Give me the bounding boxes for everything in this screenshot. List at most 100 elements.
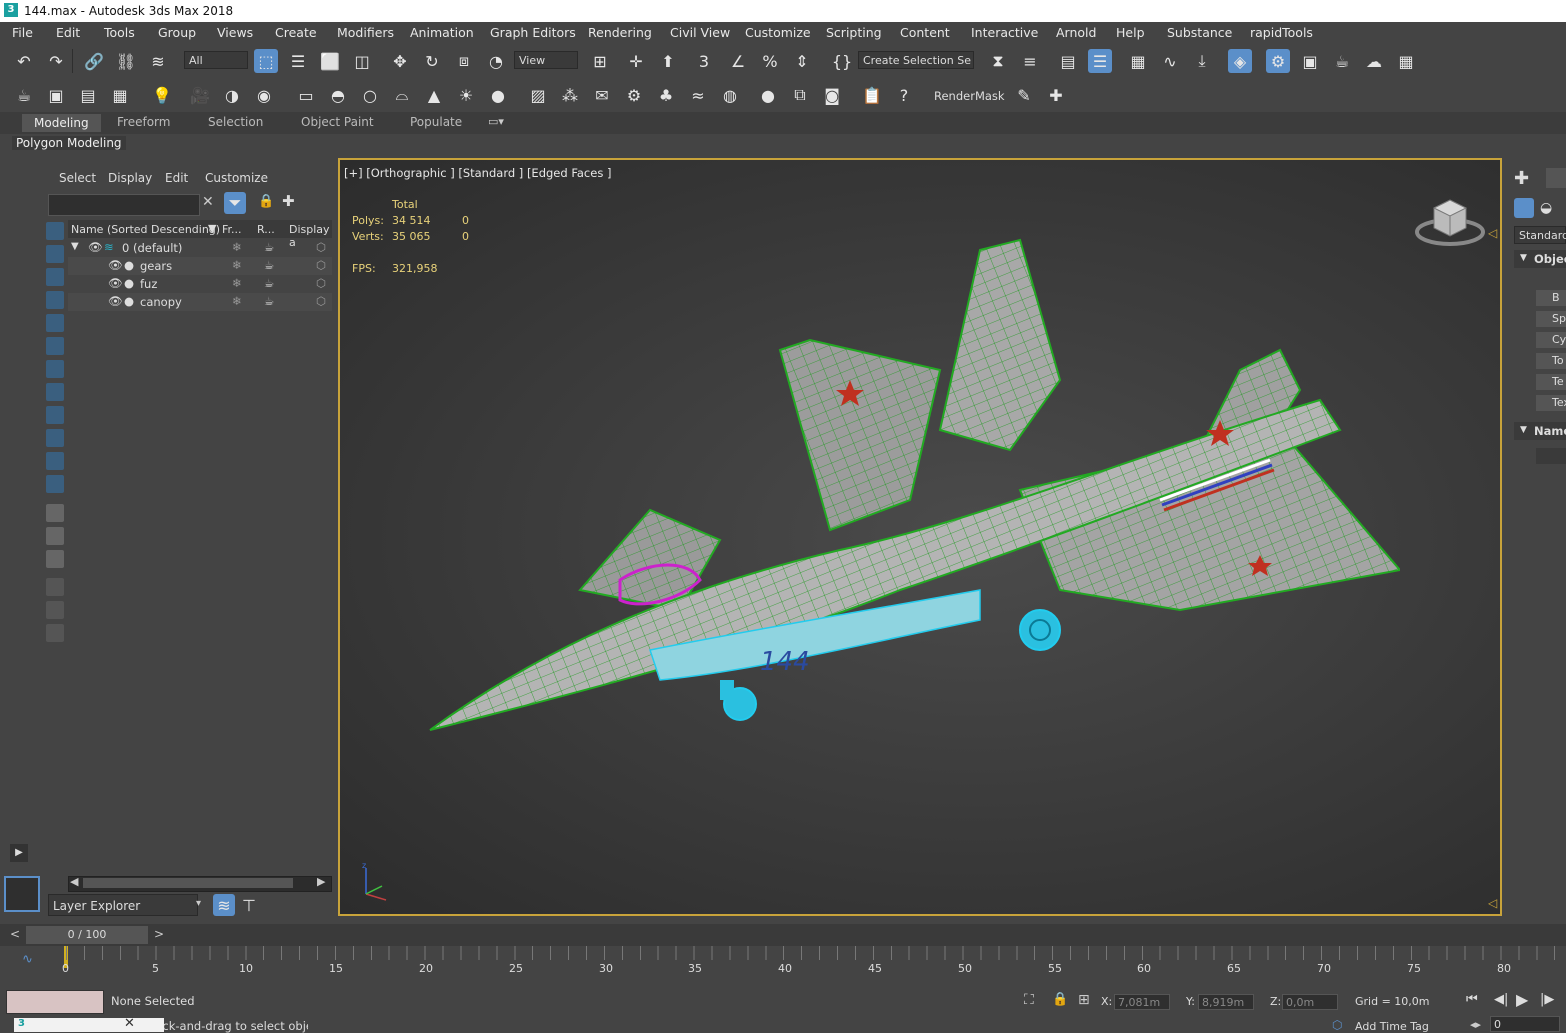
column-freeze[interactable]: Fr... bbox=[222, 223, 242, 236]
explorer-horizontal-scrollbar[interactable]: ◀ ▶ bbox=[68, 875, 332, 892]
grass-icon[interactable]: ♣ bbox=[654, 83, 678, 107]
current-frame-field[interactable]: 0 bbox=[1490, 1016, 1560, 1032]
hair-fur-icon[interactable]: ≈ bbox=[686, 83, 710, 107]
clear-search-icon[interactable]: ✕ bbox=[202, 194, 218, 214]
rectangular-selection-icon[interactable]: ⬜ bbox=[318, 49, 342, 73]
visibility-eye-icon[interactable]: 👁 bbox=[88, 240, 103, 254]
freeze-icon[interactable]: ❄ bbox=[232, 240, 242, 254]
viewport-label-menu[interactable]: [+] [Orthographic ] [Standard ] [Edged F… bbox=[344, 166, 611, 180]
display-box-icon[interactable]: ⬡ bbox=[316, 294, 326, 308]
render-in-cloud-icon[interactable]: ☁ bbox=[1362, 49, 1386, 73]
layer-explorer-icon[interactable]: ☰ bbox=[1088, 49, 1112, 73]
modify-tab-icon[interactable] bbox=[1546, 168, 1566, 188]
column-name[interactable]: Name (Sorted Descending) bbox=[71, 223, 220, 236]
add-time-tag-button[interactable]: Add Time Tag bbox=[1355, 1020, 1429, 1033]
link-icon[interactable]: 🔗 bbox=[82, 49, 106, 73]
particles-icon[interactable]: ⁂ bbox=[558, 83, 582, 107]
envelope-icon[interactable]: ✉ bbox=[590, 83, 614, 107]
dope-sheet-icon[interactable]: ⤓ bbox=[1190, 49, 1214, 73]
explorer-menu-display[interactable]: Display bbox=[108, 171, 152, 185]
menu-content[interactable]: Content bbox=[900, 25, 950, 40]
menu-civil-view[interactable]: Civil View bbox=[670, 25, 730, 40]
maxscript-listener-input[interactable] bbox=[6, 990, 104, 1014]
menu-substance[interactable]: Substance bbox=[1167, 25, 1232, 40]
display-box-icon[interactable]: ⬡ bbox=[316, 258, 326, 272]
explorer-menu-select[interactable]: Select bbox=[59, 171, 96, 185]
mirror-icon[interactable]: ⧗ bbox=[986, 49, 1010, 73]
previous-frame-icon[interactable]: ◀| bbox=[1494, 992, 1508, 1007]
sound-icon[interactable]: ◑ bbox=[220, 83, 244, 107]
add-layer-icon[interactable]: ✚ bbox=[282, 192, 295, 210]
scene-explorer-dock-icon[interactable] bbox=[4, 876, 40, 912]
video-post-icon[interactable]: ◉ bbox=[252, 83, 276, 107]
explorer-menu-edit[interactable]: Edit bbox=[165, 171, 188, 185]
app-taskbar-icon[interactable]: 3 bbox=[18, 1018, 25, 1029]
grid-icon[interactable]: ▦ bbox=[108, 83, 132, 107]
scroll-right-icon[interactable]: ▶ bbox=[317, 875, 325, 888]
hatch-icon[interactable]: ▨ bbox=[526, 83, 550, 107]
display-box-icon[interactable]: ⬡ bbox=[316, 276, 326, 290]
explorer-menu-customize[interactable]: Customize bbox=[205, 171, 268, 185]
curve-editor-mini-icon[interactable]: ∿ bbox=[22, 952, 33, 967]
close-icon[interactable]: ✕ bbox=[124, 1016, 135, 1031]
teapot-button[interactable]: Te bbox=[1536, 374, 1566, 390]
rendered-frame-window-icon[interactable]: ▣ bbox=[1298, 49, 1322, 73]
tab-populate[interactable]: Populate bbox=[410, 115, 462, 129]
prev-frame-arrow-icon[interactable]: < bbox=[10, 927, 20, 941]
tab-object-paint[interactable]: Object Paint bbox=[301, 115, 374, 129]
tab-modeling[interactable]: Modeling bbox=[22, 114, 101, 132]
plane-primitive-icon[interactable]: ▭ bbox=[294, 83, 318, 107]
curve-editor-icon[interactable]: ∿ bbox=[1158, 49, 1182, 73]
window-crossing-icon[interactable]: ◫ bbox=[350, 49, 374, 73]
time-slider-thumb[interactable]: 0 / 100 bbox=[26, 926, 148, 944]
render-teapot-icon[interactable]: ☕ bbox=[264, 240, 274, 254]
light-lister-icon[interactable]: 💡 bbox=[150, 83, 174, 107]
undo-icon[interactable]: ↶ bbox=[12, 49, 36, 73]
freeze-icon[interactable]: ❄ bbox=[232, 294, 242, 308]
name-field[interactable] bbox=[1536, 448, 1566, 464]
filter-toggle-icon[interactable]: ⏷ bbox=[224, 192, 246, 214]
name-color-rollout[interactable]: ▼ Name bbox=[1514, 422, 1566, 440]
clipboard-icon[interactable]: 📋 bbox=[860, 83, 884, 107]
align-icon[interactable]: ≡ bbox=[1018, 49, 1042, 73]
play-icon[interactable]: ▶ bbox=[1516, 990, 1528, 1009]
menu-interactive[interactable]: Interactive bbox=[971, 25, 1038, 40]
render-teapot-icon[interactable]: ☕ bbox=[264, 258, 274, 272]
menu-file[interactable]: File bbox=[12, 25, 33, 40]
sort-by-layer-icon[interactable]: ≋ bbox=[213, 894, 235, 916]
sphere-icon[interactable]: ○ bbox=[358, 83, 382, 107]
object-type-rollout[interactable]: ▼ Object bbox=[1514, 250, 1566, 268]
select-by-name-icon[interactable]: ☰ bbox=[286, 49, 310, 73]
edit-named-selection-icon[interactable]: {} bbox=[830, 49, 854, 73]
menu-create[interactable]: Create bbox=[275, 25, 317, 40]
visibility-eye-icon[interactable]: 👁 bbox=[108, 294, 123, 308]
polygon-modeling-panel[interactable]: Polygon Modeling bbox=[12, 136, 126, 150]
display-box-icon[interactable]: ⬡ bbox=[316, 240, 326, 254]
selection-lock-icon[interactable]: 🔒 bbox=[1052, 992, 1068, 1007]
unlink-icon[interactable]: ⛓ bbox=[114, 49, 138, 73]
column-render[interactable]: R... bbox=[257, 223, 275, 236]
spinner-snap-icon[interactable]: ⇕ bbox=[790, 49, 814, 73]
create-tab-icon[interactable]: ✚ bbox=[1514, 168, 1529, 189]
absolute-mode-icon[interactable]: ⊞ bbox=[1078, 992, 1090, 1008]
a360-gallery-icon[interactable]: ▦ bbox=[1394, 49, 1418, 73]
object-row[interactable]: 👁 ● canopy ❄ ☕ ⬡ bbox=[68, 293, 332, 311]
next-frame-arrow-icon[interactable]: > bbox=[154, 927, 164, 941]
layer-manager-icon[interactable]: ▤ bbox=[76, 83, 100, 107]
sphere-button[interactable]: Sp bbox=[1536, 311, 1566, 327]
snaps-toggle-icon[interactable]: 3 bbox=[692, 49, 716, 73]
object-type-dropdown[interactable]: Standard bbox=[1514, 226, 1566, 244]
explorer-dropdown-arrow-icon[interactable]: ▾ bbox=[196, 898, 201, 909]
freeze-icon[interactable]: ❄ bbox=[232, 258, 242, 272]
render-frame-icon[interactable]: ▣ bbox=[44, 83, 68, 107]
pivot-center-icon[interactable]: ⊞ bbox=[588, 49, 612, 73]
next-frame-icon[interactable]: |▶ bbox=[1540, 992, 1554, 1007]
transform-gizmo-icon[interactable]: ✚ bbox=[1044, 83, 1068, 107]
shapes-category-icon[interactable]: ◒ bbox=[1540, 200, 1552, 216]
explorer-type-dropdown[interactable]: Layer Explorer bbox=[48, 894, 198, 916]
angle-snap-icon[interactable]: ∠ bbox=[726, 49, 750, 73]
menu-tools[interactable]: Tools bbox=[104, 25, 135, 40]
gear-icon[interactable]: ⚙ bbox=[622, 83, 646, 107]
material-sphere-icon[interactable]: ● bbox=[756, 83, 780, 107]
menu-group[interactable]: Group bbox=[158, 25, 196, 40]
